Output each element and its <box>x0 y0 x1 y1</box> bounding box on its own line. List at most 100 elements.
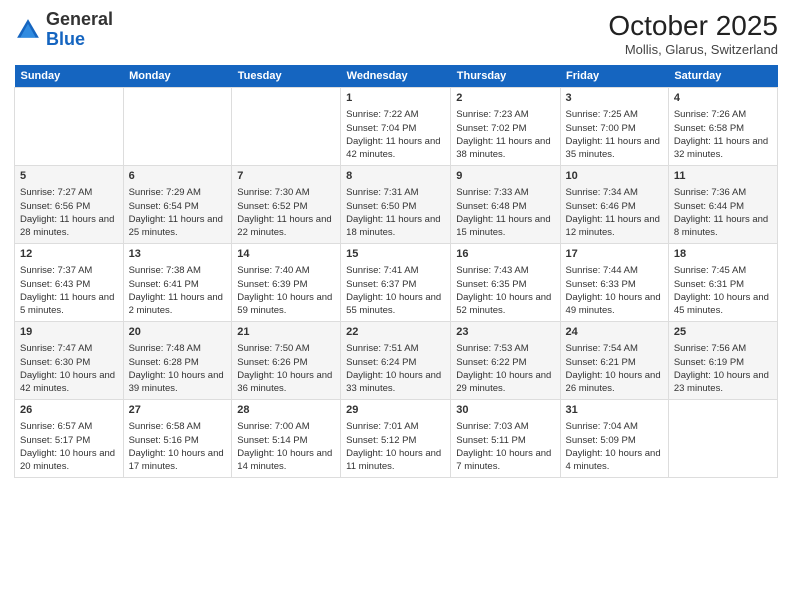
calendar-table: Sunday Monday Tuesday Wednesday Thursday… <box>14 65 778 478</box>
day-cell: 10Sunrise: 7:34 AMSunset: 6:46 PMDayligh… <box>560 166 668 244</box>
header-tuesday: Tuesday <box>232 65 341 88</box>
week-row-3: 19Sunrise: 7:47 AMSunset: 6:30 PMDayligh… <box>15 322 778 400</box>
day-info: Sunset: 7:04 PM <box>346 122 445 135</box>
day-info: Sunset: 6:33 PM <box>566 278 663 291</box>
day-info: Sunrise: 7:26 AM <box>674 108 772 121</box>
day-number: 22 <box>346 325 445 340</box>
day-cell: 17 Sunrise: 7:44 AMSunset: 6:33 PMDayligh… <box>560 244 668 322</box>
day-cell: 16Sunrise: 7:43 AMSunset: 6:35 PMDayligh… <box>451 244 560 322</box>
day-info: Sunrise: 7:45 AM <box>674 264 772 277</box>
day-info: Daylight: 10 hours and 33 minutes. <box>346 369 445 396</box>
day-info: Daylight: 11 hours and 12 minutes. <box>566 213 663 240</box>
day-info: Sunset: 6:50 PM <box>346 200 445 213</box>
day-cell: 8Sunrise: 7:31 AMSunset: 6:50 PMDaylight… <box>341 166 451 244</box>
day-info: Sunset: 6:39 PM <box>237 278 335 291</box>
day-info: Sunset: 6:43 PM <box>20 278 118 291</box>
day-info: Sunrise: 6:58 AM <box>129 420 227 433</box>
day-info: Daylight: 11 hours and 32 minutes. <box>674 135 772 162</box>
logo-text: General Blue <box>46 10 113 50</box>
day-info: Sunrise: 7:48 AM <box>129 342 227 355</box>
day-info: Sunrise: 7:56 AM <box>674 342 772 355</box>
day-number: 17 <box>566 247 663 262</box>
day-info: Daylight: 11 hours and 2 minutes. <box>129 291 227 318</box>
day-number: 20 <box>129 325 227 340</box>
day-info: Daylight: 10 hours and 11 minutes. <box>346 447 445 474</box>
day-info: Daylight: 11 hours and 18 minutes. <box>346 213 445 240</box>
logo: General Blue <box>14 10 113 50</box>
day-info: Sunset: 6:37 PM <box>346 278 445 291</box>
day-info: Sunrise: 7:44 AM <box>566 264 663 277</box>
day-cell: 23Sunrise: 7:53 AMSunset: 6:22 PMDayligh… <box>451 322 560 400</box>
day-info: Daylight: 10 hours and 29 minutes. <box>456 369 554 396</box>
day-cell: 13Sunrise: 7:38 AMSunset: 6:41 PMDayligh… <box>123 244 232 322</box>
day-info: Sunset: 6:31 PM <box>674 278 772 291</box>
day-info: Sunrise: 6:57 AM <box>20 420 118 433</box>
day-cell <box>668 400 777 478</box>
header-sunday: Sunday <box>15 65 124 88</box>
day-info: Sunset: 6:46 PM <box>566 200 663 213</box>
day-info: Sunset: 6:21 PM <box>566 356 663 369</box>
day-info: Daylight: 10 hours and 23 minutes. <box>674 369 772 396</box>
day-info: Sunrise: 7:03 AM <box>456 420 554 433</box>
day-cell: 22 Sunrise: 7:51 AMSunset: 6:24 PMDayligh… <box>341 322 451 400</box>
day-cell: 2Sunrise: 7:23 AMSunset: 7:02 PMDaylight… <box>451 88 560 166</box>
day-number: 5 <box>20 169 118 184</box>
day-info: Sunrise: 7:34 AM <box>566 186 663 199</box>
day-info: Sunset: 5:16 PM <box>129 434 227 447</box>
day-number: 9 <box>456 169 554 184</box>
day-number: 15 <box>346 247 445 262</box>
day-info: Daylight: 10 hours and 20 minutes. <box>20 447 118 474</box>
day-info: Sunrise: 7:36 AM <box>674 186 772 199</box>
day-cell: 31Sunrise: 7:04 AMSunset: 5:09 PMDayligh… <box>560 400 668 478</box>
day-info: Sunrise: 7:00 AM <box>237 420 335 433</box>
day-info: Daylight: 10 hours and 49 minutes. <box>566 291 663 318</box>
day-cell <box>123 88 232 166</box>
day-cell: 1Sunrise: 7:22 AMSunset: 7:04 PMDaylight… <box>341 88 451 166</box>
day-info: Sunset: 6:41 PM <box>129 278 227 291</box>
day-cell: 15Sunrise: 7:41 AMSunset: 6:37 PMDayligh… <box>341 244 451 322</box>
day-info: Daylight: 11 hours and 35 minutes. <box>566 135 663 162</box>
day-number: 4 <box>674 91 772 106</box>
day-number: 19 <box>20 325 118 340</box>
day-number: 25 <box>674 325 772 340</box>
day-cell: 3Sunrise: 7:25 AMSunset: 7:00 PMDaylight… <box>560 88 668 166</box>
day-info: Sunrise: 7:25 AM <box>566 108 663 121</box>
day-cell: 5Sunrise: 7:27 AMSunset: 6:56 PMDaylight… <box>15 166 124 244</box>
day-cell: 28Sunrise: 7:00 AMSunset: 5:14 PMDayligh… <box>232 400 341 478</box>
day-cell: 11Sunrise: 7:36 AMSunset: 6:44 PMDayligh… <box>668 166 777 244</box>
day-cell: 14Sunrise: 7:40 AMSunset: 6:39 PMDayligh… <box>232 244 341 322</box>
week-row-2: 12Sunrise: 7:37 AMSunset: 6:43 PMDayligh… <box>15 244 778 322</box>
day-info: Daylight: 10 hours and 39 minutes. <box>129 369 227 396</box>
day-info: Daylight: 11 hours and 22 minutes. <box>237 213 335 240</box>
day-info: Sunset: 6:58 PM <box>674 122 772 135</box>
day-number: 7 <box>237 169 335 184</box>
day-info: Sunrise: 7:54 AM <box>566 342 663 355</box>
week-row-4: 26Sunrise: 6:57 AMSunset: 5:17 PMDayligh… <box>15 400 778 478</box>
day-info: Sunrise: 7:04 AM <box>566 420 663 433</box>
day-info: Sunset: 5:12 PM <box>346 434 445 447</box>
day-info: Daylight: 10 hours and 52 minutes. <box>456 291 554 318</box>
day-cell: 29Sunrise: 7:01 AMSunset: 5:12 PMDayligh… <box>341 400 451 478</box>
day-info: Sunset: 5:09 PM <box>566 434 663 447</box>
day-number: 27 <box>129 403 227 418</box>
day-number: 23 <box>456 325 554 340</box>
day-info: Daylight: 10 hours and 42 minutes. <box>20 369 118 396</box>
day-info: Sunrise: 7:31 AM <box>346 186 445 199</box>
day-header-row: Sunday Monday Tuesday Wednesday Thursday… <box>15 65 778 88</box>
day-number: 6 <box>129 169 227 184</box>
day-info: Daylight: 11 hours and 42 minutes. <box>346 135 445 162</box>
day-info: Sunset: 5:11 PM <box>456 434 554 447</box>
day-info: Daylight: 10 hours and 55 minutes. <box>346 291 445 318</box>
title-block: October 2025 Mollis, Glarus, Switzerland <box>608 10 778 57</box>
day-number: 2 <box>456 91 554 106</box>
day-info: Sunset: 6:26 PM <box>237 356 335 369</box>
day-number: 26 <box>20 403 118 418</box>
day-number: 14 <box>237 247 335 262</box>
day-info: Sunrise: 7:43 AM <box>456 264 554 277</box>
day-info: Sunset: 6:24 PM <box>346 356 445 369</box>
day-info: Sunset: 6:54 PM <box>129 200 227 213</box>
header-saturday: Saturday <box>668 65 777 88</box>
day-info: Sunrise: 7:51 AM <box>346 342 445 355</box>
month-title: October 2025 <box>608 10 778 42</box>
day-cell: 9Sunrise: 7:33 AMSunset: 6:48 PMDaylight… <box>451 166 560 244</box>
